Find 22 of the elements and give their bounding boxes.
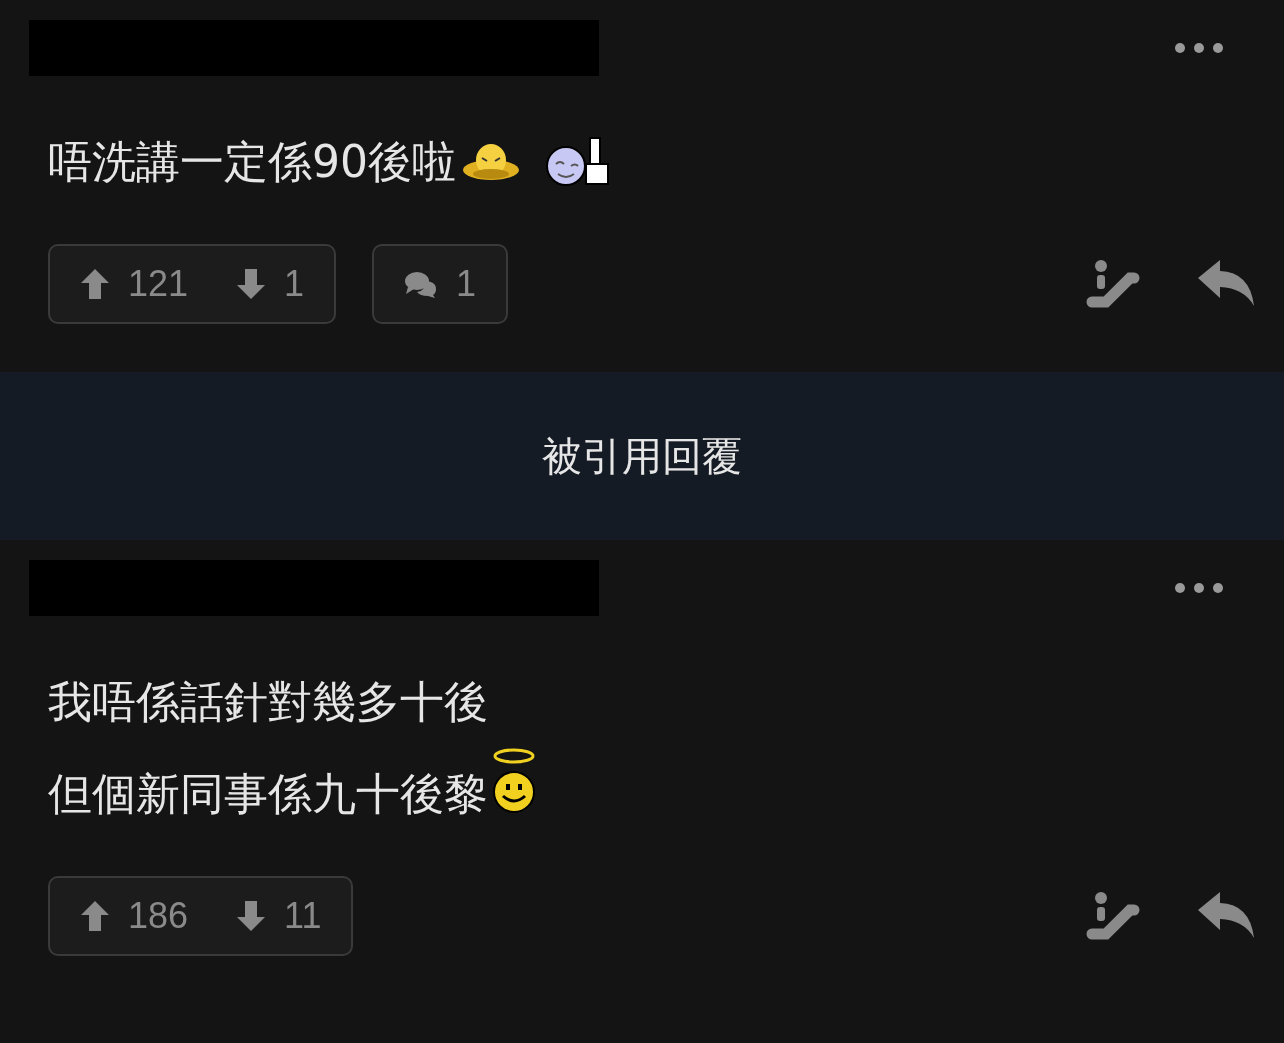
upvote-count: 121 [128,263,189,305]
reply-icon[interactable] [1196,892,1256,940]
escalator-icon[interactable] [1086,258,1140,310]
upvote-count: 186 [128,895,189,937]
more-icon[interactable] [1174,41,1224,55]
emoticon-icon [492,748,536,816]
downvote-count: 11 [284,895,322,937]
downvote-icon[interactable] [236,900,267,932]
downvote-count: 1 [284,263,305,305]
upvote-icon[interactable] [80,268,110,300]
emoticon-icon [544,136,612,188]
more-icon[interactable] [1174,581,1224,595]
post-text: 我唔係話針對幾多十後 [48,675,488,729]
chat-bubbles-icon [404,270,439,298]
upvote-icon[interactable] [80,900,110,932]
escalator-icon[interactable] [1086,890,1140,942]
post-text: 唔洗講一定係90後啦 [48,135,456,189]
downvote-icon[interactable] [236,268,267,300]
post-text: 但個新同事係九十後黎 [48,767,488,821]
comments-button[interactable]: 1 [372,244,509,324]
quoted-replies-banner[interactable]: 被引用回覆 [0,372,1284,540]
reply-icon[interactable] [1196,260,1256,308]
